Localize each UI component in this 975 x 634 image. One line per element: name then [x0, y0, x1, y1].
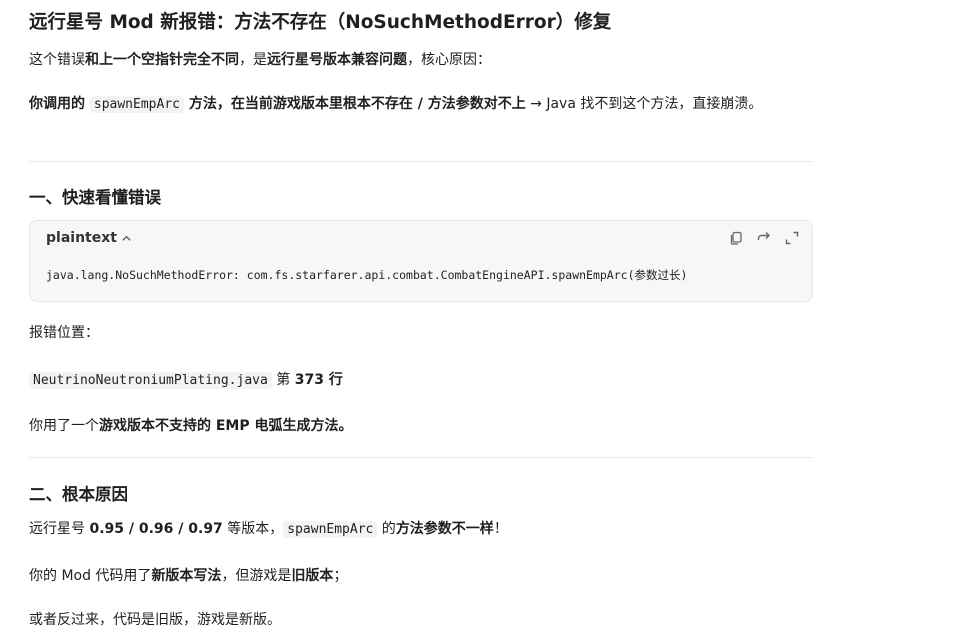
inline-code: NeutrinoNeutroniumPlating.java — [29, 372, 272, 389]
code-language-toggle[interactable]: plaintext — [46, 230, 132, 246]
section-heading-1: 一、快速看懂错误 — [29, 188, 161, 207]
used-method-paragraph: 你用了一个游戏版本不支持的 EMP 电弧生成方法。 — [29, 418, 353, 434]
location-detail: NeutrinoNeutroniumPlating.java 第 373 行 — [29, 367, 813, 394]
intro-paragraph-1: 这个错误和上一个空指针完全不同，是远行星号版本兼容问题，核心原因： — [29, 52, 491, 68]
cause-paragraph-1: 远行星号 0.95 / 0.96 / 0.97 等版本， spawnEmpArc … — [29, 521, 508, 538]
cause-paragraph-2: 你的 Mod 代码用了新版本写法，但游戏是旧版本； — [29, 568, 348, 584]
chevron-up-icon — [122, 235, 131, 241]
expand-icon[interactable] — [784, 230, 800, 246]
divider — [29, 161, 813, 162]
code-text: java.lang.NoSuchMethodError: com.fs.star… — [46, 268, 688, 282]
page-title: 远行星号 Mod 新报错：方法不存在（NoSuchMethodError）修复 — [29, 12, 612, 33]
wrap-icon[interactable] — [756, 230, 772, 246]
inline-code: spawnEmpArc — [283, 521, 378, 538]
copy-icon[interactable] — [728, 230, 744, 246]
location-label: 报错位置： — [29, 325, 99, 341]
inline-code: spawnEmpArc — [89, 96, 184, 113]
code-block: plaintext java.lang.NoSuchMethodError: c… — [29, 220, 813, 302]
divider — [29, 457, 813, 458]
cause-paragraph-3: 或者反过来，代码是旧版，游戏是新版。 — [29, 612, 281, 628]
chat-answer: 远行星号 Mod 新报错：方法不存在（NoSuchMethodError）修复 … — [0, 0, 975, 634]
intro-paragraph-2: 你调用的 spawnEmpArc 方法，在当前游戏版本里根本不存在 / 方法参数… — [29, 96, 763, 113]
section-heading-2: 二、根本原因 — [29, 485, 128, 504]
